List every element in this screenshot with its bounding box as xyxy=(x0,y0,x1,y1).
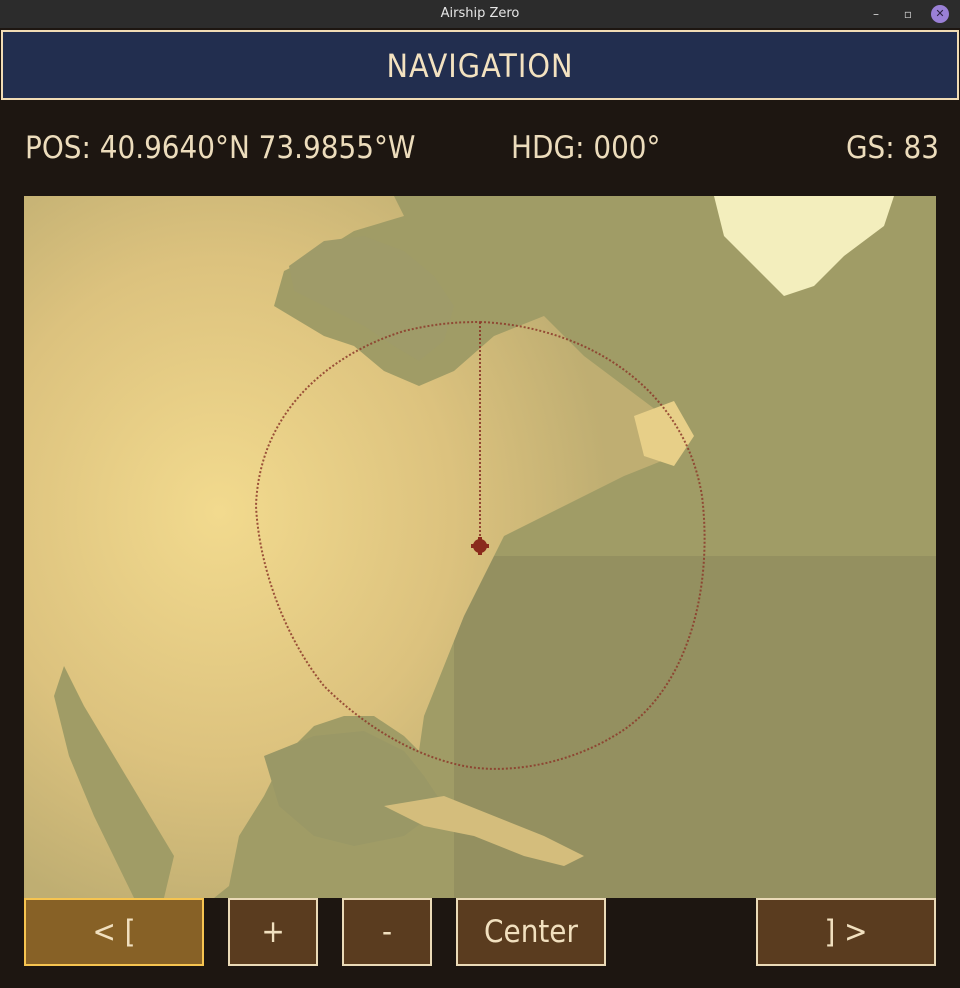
map-canvas xyxy=(24,196,936,898)
minimize-icon[interactable]: – xyxy=(867,5,885,23)
zoom-in-button[interactable]: + xyxy=(228,898,318,966)
center-button[interactable]: Center xyxy=(456,898,606,966)
previous-screen-button[interactable]: < [ xyxy=(24,898,204,966)
window-titlebar: Airship Zero – ▫ ✕ xyxy=(0,0,960,28)
restore-icon[interactable]: ▫ xyxy=(899,5,917,23)
position-readout: POS: 40.9640°N 73.9855°W xyxy=(25,130,416,166)
close-icon[interactable]: ✕ xyxy=(931,5,949,23)
next-screen-button[interactable]: ] > xyxy=(756,898,936,966)
ground-speed-readout: GS: 83 xyxy=(845,130,939,166)
navigation-map[interactable] xyxy=(24,196,936,898)
window-title: Airship Zero xyxy=(440,6,520,21)
heading-readout: HDG: 000° xyxy=(511,130,661,166)
page-title: NAVIGATION xyxy=(386,47,574,85)
zoom-out-button[interactable]: - xyxy=(342,898,432,966)
screen-header: NAVIGATION xyxy=(1,30,959,100)
